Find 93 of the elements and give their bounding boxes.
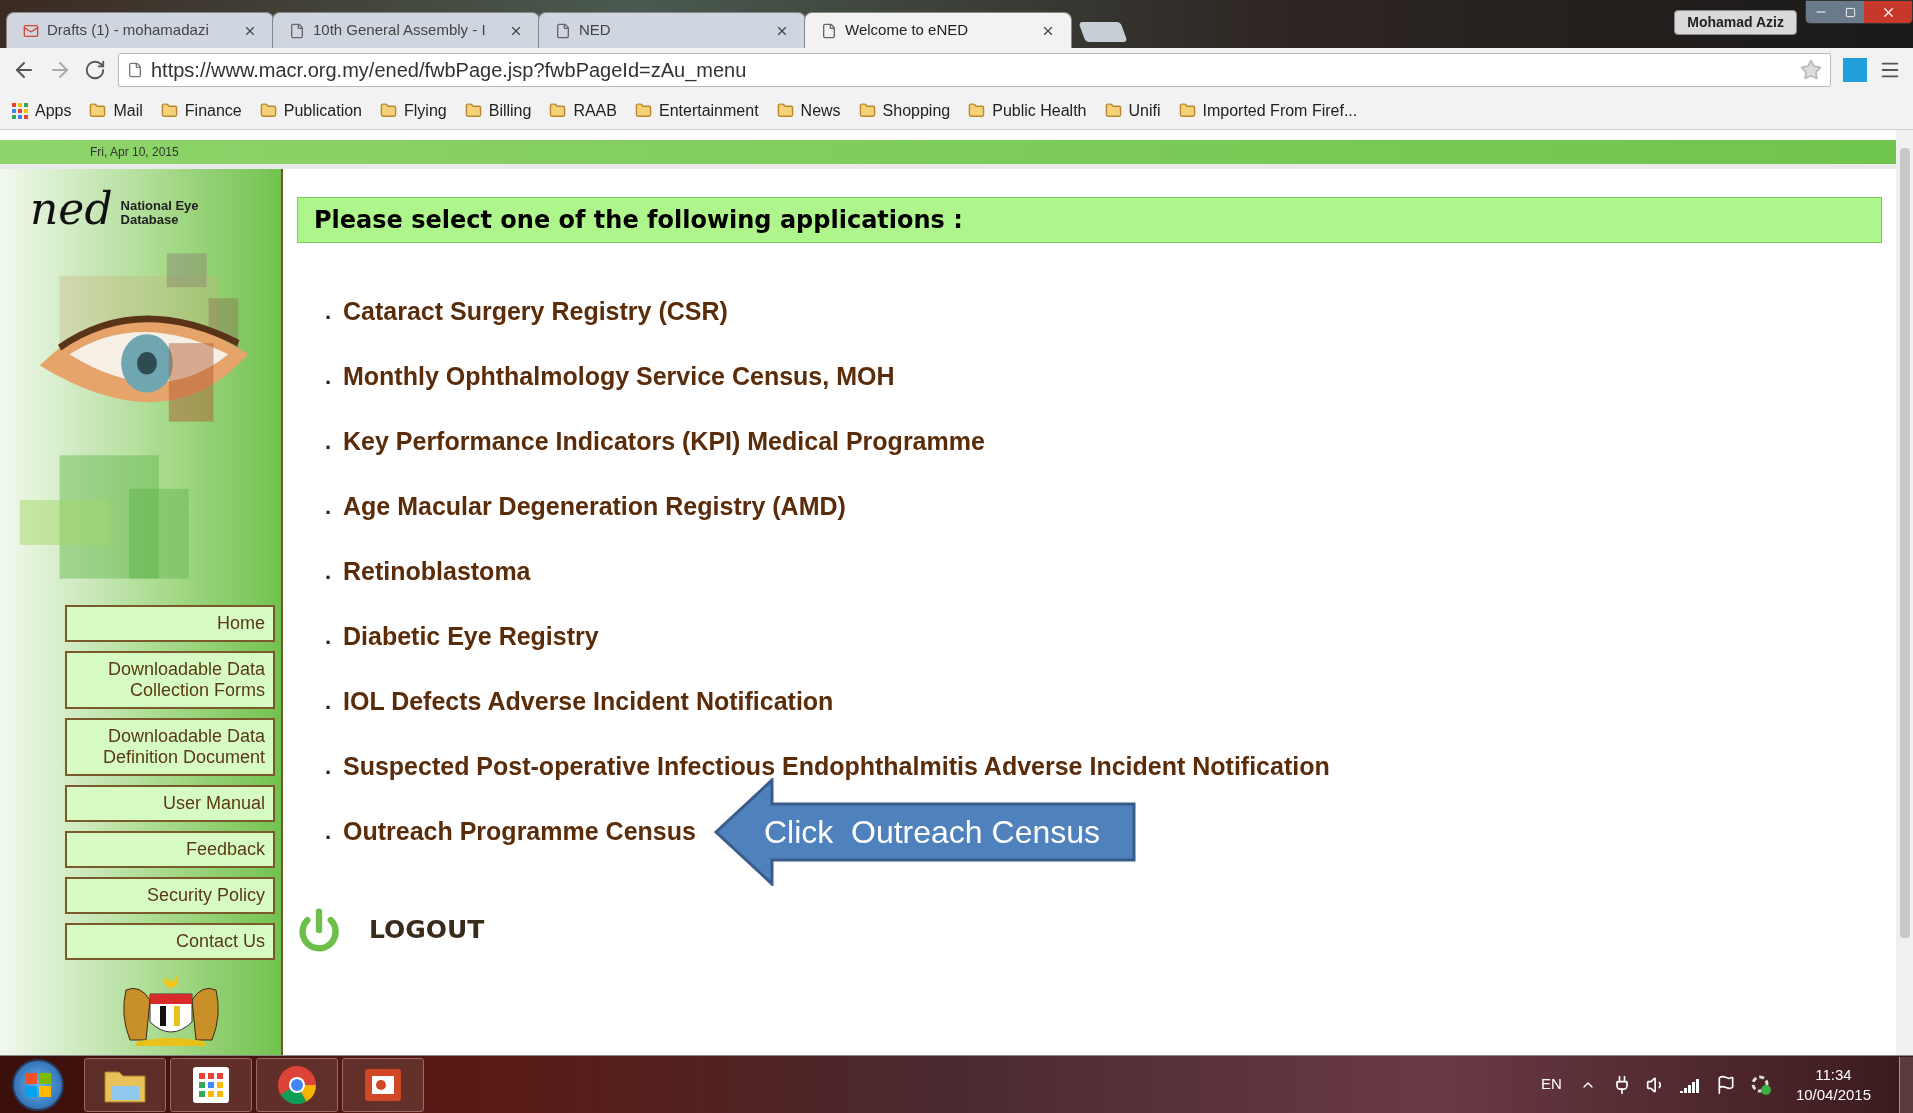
nav-button[interactable]: Home xyxy=(65,605,275,642)
folder-icon xyxy=(1104,102,1122,119)
bookmark-item[interactable]: Imported From Firef... xyxy=(1178,98,1358,123)
mail-icon xyxy=(23,22,39,39)
folder-icon xyxy=(858,102,876,119)
list-bullet: . xyxy=(325,558,333,586)
folder-icon xyxy=(160,102,178,119)
presentation-icon xyxy=(364,1067,402,1102)
nav-button[interactable]: Contact Us xyxy=(65,923,275,960)
bookmark-item[interactable]: Entertainment xyxy=(634,98,759,123)
callout-text: Click Outreach Census xyxy=(763,812,1101,852)
apps-grid-icon xyxy=(193,1066,229,1103)
nav-button[interactable]: User Manual xyxy=(65,785,275,822)
browser-tab[interactable]: NED xyxy=(538,12,806,48)
application-link[interactable]: Outreach Programme Census xyxy=(343,812,696,851)
logo-mark: ned xyxy=(30,187,113,231)
signal-icon[interactable] xyxy=(1679,1076,1702,1093)
taskbar-button[interactable] xyxy=(256,1057,338,1112)
application-link[interactable]: Key Performance Indicators (KPI) Medical Programme xyxy=(343,422,985,461)
profile-button[interactable]: Mohamad Aziz xyxy=(1674,10,1797,35)
apps-grid-icon xyxy=(12,102,28,119)
list-bullet: . xyxy=(325,298,333,326)
list-bullet: . xyxy=(325,493,333,521)
page-icon xyxy=(127,62,143,78)
power-icon xyxy=(297,908,341,952)
folder-icon xyxy=(464,102,482,119)
maximize-icon xyxy=(1844,6,1856,18)
bookmark-item[interactable]: Apps xyxy=(12,98,72,123)
list-bullet: . xyxy=(325,428,333,456)
folder-icon xyxy=(259,102,277,119)
windows-logo-icon xyxy=(25,1072,51,1097)
list-bullet: . xyxy=(325,753,333,781)
application-link[interactable]: Retinoblastoma xyxy=(343,552,531,591)
folder-icon xyxy=(776,102,794,119)
bookmark-item[interactable]: News xyxy=(776,98,841,123)
heading-text: Please select one of the following applications : xyxy=(314,205,963,236)
list-bullet: . xyxy=(325,818,333,846)
page-icon xyxy=(555,22,571,39)
browser-tab[interactable]: 10th General Assembly - I xyxy=(272,12,540,48)
star-icon[interactable] xyxy=(1800,59,1822,81)
bookmark-item[interactable]: RAAB xyxy=(549,98,617,123)
list-bullet: . xyxy=(325,688,333,716)
tab-title: 10th General Assembly - I xyxy=(313,20,487,41)
browser-tab[interactable]: Welcome to eNED xyxy=(804,12,1072,48)
folder-icon xyxy=(549,102,567,119)
application-link[interactable]: IOL Defects Adverse Incident Notification xyxy=(343,682,834,721)
tab-title: Welcome to eNED xyxy=(845,20,970,41)
bookmark-item[interactable]: Unifi xyxy=(1104,98,1161,123)
clock[interactable]: 11:34 10/04/2015 xyxy=(1795,1064,1871,1105)
bookmark-item[interactable]: Publication xyxy=(259,98,362,123)
application-link[interactable]: Cataract Surgery Registry (CSR) xyxy=(343,292,728,331)
language-indicator[interactable]: EN xyxy=(1541,1073,1562,1096)
application-link[interactable]: Suspected Post-operative Infectious Endophthalmitis Adverse Incident Notification xyxy=(343,747,1330,786)
nav-button[interactable]: Security Policy xyxy=(65,877,275,914)
list-bullet: . xyxy=(325,623,333,651)
bookmark-item[interactable]: Billing xyxy=(464,98,532,123)
browser-tab[interactable]: Drafts (1) - mohamadazi xyxy=(6,12,274,48)
address-bar[interactable]: https://www.macr.org.my/ened/fwbPage.jsp?fwbPageId=zAu_menu xyxy=(118,53,1831,87)
folder-icon xyxy=(1178,102,1196,119)
application-link[interactable]: Age Macular Degeneration Registry (AMD) xyxy=(343,487,846,526)
application-link[interactable]: Diabetic Eye Registry xyxy=(343,617,599,656)
tab-title: NED xyxy=(579,20,612,41)
bookmark-item[interactable]: Finance xyxy=(160,98,242,123)
taskbar-button[interactable] xyxy=(170,1057,252,1112)
maximize-button[interactable] xyxy=(1836,1,1864,23)
application-link[interactable]: Monthly Ophthalmology Service Census, MOH xyxy=(343,357,895,396)
folder-icon xyxy=(968,102,986,119)
folder-icon xyxy=(89,102,107,119)
list-bullet: . xyxy=(325,363,333,391)
folder-icon xyxy=(634,102,652,119)
sync-icon[interactable] xyxy=(1749,1073,1772,1096)
page-icon xyxy=(821,22,837,39)
url-text: https://www.macr.org.my/ened/fwbPage.jsp?fwbPageId=zAu_menu xyxy=(151,58,748,84)
page-icon xyxy=(289,22,305,39)
taskbar-button[interactable] xyxy=(342,1057,424,1112)
bookmark-item[interactable]: Shopping xyxy=(858,98,951,123)
logout-link[interactable]: LOGOUT xyxy=(297,908,485,952)
nav-button[interactable]: Downloadable Data Collection Forms xyxy=(65,651,275,709)
browser-icon xyxy=(277,1064,317,1105)
folder-icon xyxy=(380,102,397,119)
start-button[interactable] xyxy=(12,1058,64,1111)
bookmark-item[interactable]: Flying xyxy=(380,98,447,123)
logo-tagline: Database xyxy=(120,213,179,227)
nav-button[interactable]: Downloadable Data Definition Document xyxy=(65,718,275,776)
new-tab-button[interactable] xyxy=(1078,22,1128,42)
bookmark-item[interactable]: Public Health xyxy=(968,98,1087,123)
logo-tagline: National Eye xyxy=(120,199,199,213)
reload-icon[interactable] xyxy=(84,59,106,81)
taskbar-button[interactable] xyxy=(84,1057,166,1112)
bookmark-item[interactable]: Mail xyxy=(89,98,143,123)
tab-title: Drafts (1) - mohamadazi xyxy=(47,20,210,41)
nav-button[interactable]: Feedback xyxy=(65,831,275,868)
date-text: Fri, Apr 10, 2015 xyxy=(90,144,179,161)
